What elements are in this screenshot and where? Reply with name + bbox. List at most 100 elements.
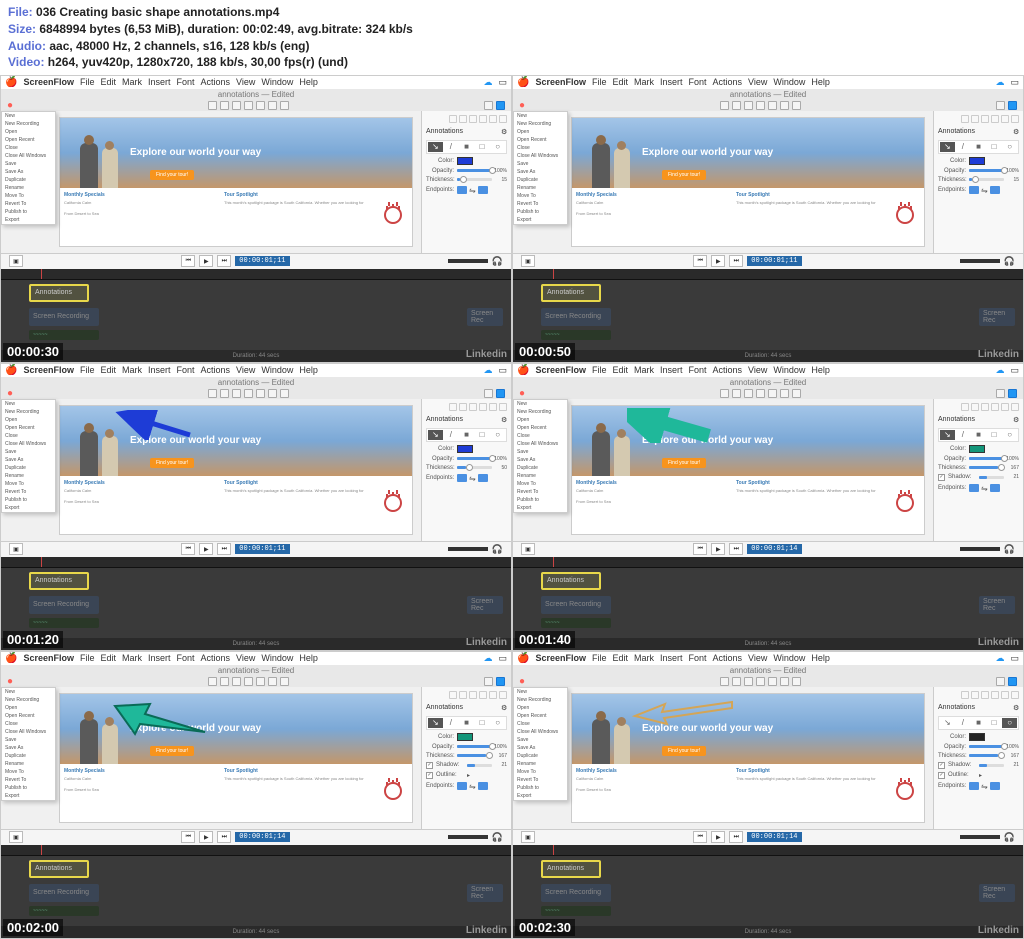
toolbar-icon[interactable] [792, 677, 801, 686]
menu-item[interactable]: Mark [634, 365, 654, 375]
cloud-icon[interactable]: ☁ [483, 77, 492, 88]
annotation-tool[interactable]: ○ [490, 430, 505, 440]
canvas[interactable]: NewNew RecordingOpenOpen RecentCloseClos… [513, 687, 933, 829]
opacity-slider[interactable] [457, 457, 491, 460]
toolbar-icon[interactable] [756, 389, 765, 398]
file-menu-dropdown[interactable]: NewNew RecordingOpenOpen RecentCloseClos… [1, 399, 56, 513]
annotation-tool[interactable]: ↘ [940, 142, 955, 152]
crop-button[interactable]: ▣ [521, 831, 535, 843]
panel-tab-icon[interactable] [479, 403, 487, 411]
annotation-tool[interactable]: ↘ [428, 142, 443, 152]
canvas[interactable]: NewNew RecordingOpenOpen RecentCloseClos… [513, 399, 933, 541]
annotation-tool[interactable]: ↘ [428, 430, 443, 440]
annotation-tool[interactable]: ○ [1002, 430, 1017, 440]
menu-item[interactable]: Font [177, 77, 195, 87]
shadow-slider[interactable] [979, 764, 1004, 767]
endpoint-start[interactable] [969, 484, 979, 492]
menu-item[interactable]: Edit [100, 77, 116, 87]
apple-icon[interactable]: 🍎 [5, 365, 17, 376]
menu-item[interactable]: Insert [660, 653, 683, 663]
annotation-tool[interactable]: ○ [490, 142, 505, 152]
annotation-tool[interactable]: / [444, 718, 459, 728]
cast-icon[interactable]: ▭ [1010, 365, 1019, 376]
annotations-clip[interactable]: Annotations [541, 860, 601, 878]
file-menu-dropdown[interactable]: NewNew RecordingOpenOpen RecentCloseClos… [513, 111, 568, 225]
timeline[interactable]: AnnotationsScreen RecordingScreen Rec~~~… [1, 280, 511, 350]
toolbar-icon[interactable] [744, 677, 753, 686]
panel-tab-icon[interactable] [961, 115, 969, 123]
play-button[interactable]: ▶ [199, 831, 213, 843]
menu-item[interactable]: View [236, 365, 255, 375]
panel-tab-icon[interactable] [489, 691, 497, 699]
panel-tab-icon[interactable] [961, 403, 969, 411]
opacity-slider[interactable] [457, 745, 491, 748]
toolbar-icon[interactable] [732, 677, 741, 686]
volume[interactable] [448, 547, 488, 551]
shadow-slider[interactable] [467, 764, 492, 767]
toolbar-icon[interactable] [780, 101, 789, 110]
apple-icon[interactable]: 🍎 [517, 77, 529, 88]
shadow-checkbox[interactable]: ✓ [938, 474, 945, 481]
menu-item[interactable]: Edit [100, 653, 116, 663]
panel-tab-icon[interactable] [479, 691, 487, 699]
endpoint-end[interactable] [990, 484, 1000, 492]
apple-icon[interactable]: 🍎 [5, 653, 17, 664]
panel-tab-icon[interactable] [459, 691, 467, 699]
menu-item[interactable]: Font [177, 653, 195, 663]
timeline-ruler[interactable] [513, 845, 1023, 856]
endpoint-end[interactable] [478, 782, 488, 790]
gear-icon[interactable]: ⚙ [1013, 128, 1019, 134]
toolbar-icon[interactable] [756, 101, 765, 110]
toolbar-icon[interactable] [256, 101, 265, 110]
endpoint-start[interactable] [457, 474, 467, 482]
timeline[interactable]: AnnotationsScreen RecordingScreen Rec~~~… [1, 856, 511, 926]
toolbar-icon[interactable] [744, 101, 753, 110]
crop-button[interactable]: ▣ [521, 543, 535, 555]
crop-button[interactable]: ▣ [9, 831, 23, 843]
annotation-tool[interactable]: ○ [1002, 142, 1017, 152]
toolbar-icon[interactable] [720, 677, 729, 686]
volume[interactable] [448, 835, 488, 839]
thickness-slider[interactable] [969, 754, 1004, 757]
endpoint-end[interactable] [990, 782, 1000, 790]
recording-clip[interactable]: Screen Recording [541, 596, 611, 614]
toolbar-icon[interactable] [220, 677, 229, 686]
annotation-tool[interactable]: ■ [971, 430, 986, 440]
toolbar-icon[interactable] [208, 389, 217, 398]
forward-button[interactable]: ⏭ [217, 543, 231, 555]
color-swatch[interactable] [457, 445, 473, 453]
timeline[interactable]: AnnotationsScreen RecordingScreen Rec~~~… [513, 856, 1023, 926]
annotation-tool[interactable]: / [956, 142, 971, 152]
rewind-button[interactable]: ⏮ [181, 543, 195, 555]
annotation-tool[interactable]: □ [475, 430, 490, 440]
apple-icon[interactable]: 🍎 [5, 77, 17, 88]
forward-button[interactable]: ⏭ [217, 255, 231, 267]
menu-item[interactable]: Help [811, 77, 830, 87]
menu-item[interactable]: Mark [122, 653, 142, 663]
menu-item[interactable]: File [592, 77, 607, 87]
annotation-tool[interactable]: □ [475, 142, 490, 152]
panel-tab-icon[interactable] [1001, 115, 1009, 123]
toolbar-icon[interactable] [732, 101, 741, 110]
menu-item[interactable]: File [80, 365, 95, 375]
menu-item[interactable]: View [236, 653, 255, 663]
endpoint-end[interactable] [478, 474, 488, 482]
play-button[interactable]: ▶ [199, 543, 213, 555]
cloud-icon[interactable]: ☁ [483, 653, 492, 664]
menu-item[interactable]: View [748, 77, 767, 87]
cast-icon[interactable]: ▭ [498, 365, 507, 376]
thickness-slider[interactable] [457, 466, 492, 469]
panel-tab-icon[interactable] [991, 691, 999, 699]
file-menu-dropdown[interactable]: NewNew RecordingOpenOpen RecentCloseClos… [513, 687, 568, 801]
menu-item[interactable]: Insert [148, 365, 171, 375]
timeline-ruler[interactable] [1, 557, 511, 568]
toolbar-icon[interactable] [232, 101, 241, 110]
panel-tab-icon[interactable] [459, 115, 467, 123]
annotation-tool[interactable]: ↘ [940, 718, 955, 728]
volume[interactable] [960, 259, 1000, 263]
panel-tab-icon[interactable] [459, 403, 467, 411]
timeline-ruler[interactable] [1, 269, 511, 280]
menu-item[interactable]: Edit [612, 365, 628, 375]
menu-item[interactable]: Actions [713, 77, 743, 87]
canvas[interactable]: NewNew RecordingOpenOpen RecentCloseClos… [1, 111, 421, 253]
